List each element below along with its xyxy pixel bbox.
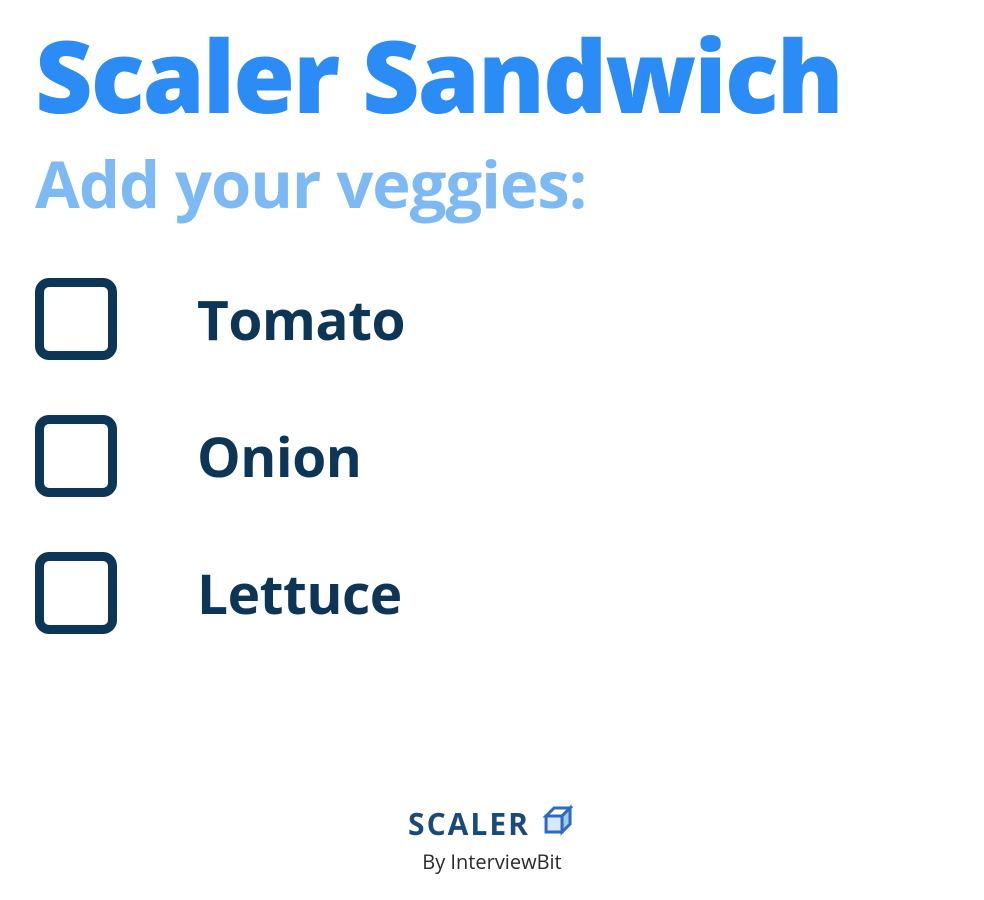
option-row: Lettuce (35, 552, 949, 634)
footer-brand-text: SCALER (408, 803, 530, 844)
page-title: Scaler Sandwich (35, 20, 949, 130)
option-label: Onion (197, 419, 361, 494)
option-label: Tomato (197, 282, 405, 357)
page-subtitle: Add your veggies: (35, 140, 949, 228)
option-row: Onion (35, 415, 949, 497)
footer-byline: By InterviewBit (408, 848, 576, 875)
scaler-logo-icon (542, 804, 576, 843)
option-label: Lettuce (197, 556, 402, 631)
checkbox-tomato[interactable] (35, 278, 117, 360)
checkbox-onion[interactable] (35, 415, 117, 497)
option-row: Tomato (35, 278, 949, 360)
footer: SCALER By InterviewBit (408, 803, 576, 875)
footer-brand: SCALER (408, 803, 576, 844)
checkbox-lettuce[interactable] (35, 552, 117, 634)
